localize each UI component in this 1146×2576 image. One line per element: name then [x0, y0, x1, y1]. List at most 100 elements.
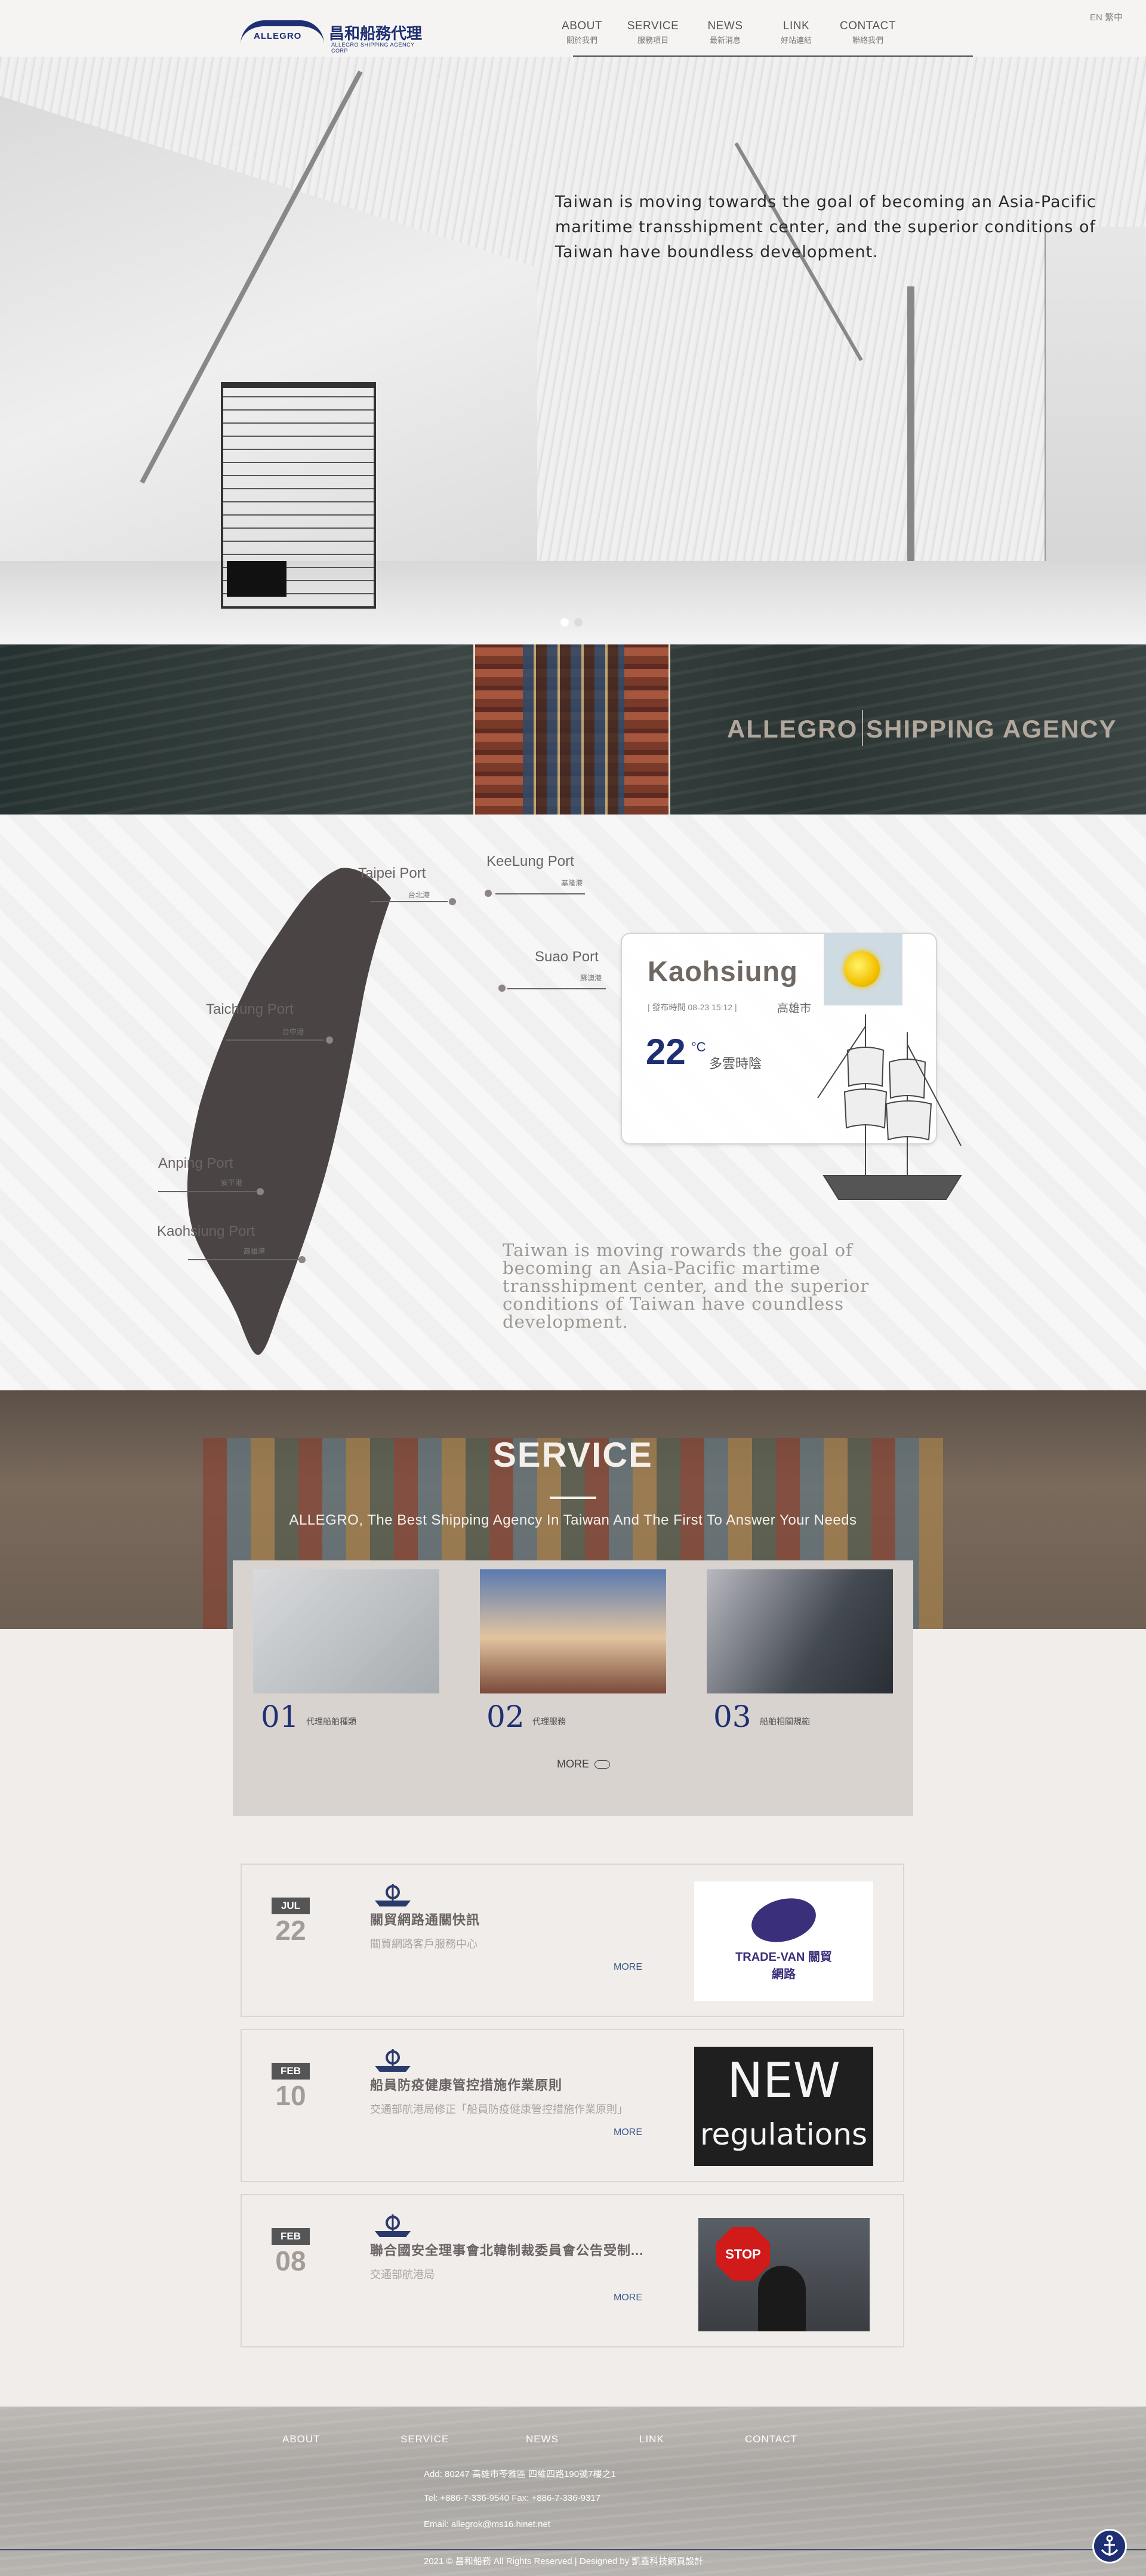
tradevan-logo-icon [746, 1891, 821, 1949]
news-3-desc: 交通部航港局 [370, 2269, 435, 2281]
hero-ground [0, 561, 1146, 644]
nav-link[interactable]: LINK 好站連結 [766, 20, 826, 45]
news-3-month: FEB [272, 2228, 310, 2245]
nav-service-cn: 服務項目 [637, 36, 668, 45]
port-anping-line [158, 1191, 257, 1192]
port-kaohsiung-label: Kaohsiung Port [157, 1223, 255, 1239]
news-2-image-text-1: NEW [727, 2053, 840, 2108]
nav-link-cn: 好站連結 [780, 36, 812, 45]
service-1-label[interactable]: 代理船舶種類 [306, 1716, 356, 1727]
footer-nav-news[interactable]: NEWS [526, 2433, 559, 2445]
port-taichung-dot[interactable] [326, 1036, 333, 1044]
logo[interactable]: ALLEGRO 昌和船務代理 ALLEGRO SHIPPING AGENCY C… [241, 18, 426, 54]
news-2-image-text-2: regulations [700, 2117, 867, 2152]
service-image-2[interactable] [480, 1569, 666, 1693]
news-1-more[interactable]: MORE [614, 1962, 642, 1973]
nav-contact-en: CONTACT [840, 20, 896, 32]
nav-underline [573, 55, 973, 57]
service-3-label[interactable]: 船舶相關規範 [760, 1716, 810, 1727]
service-1-number: 01 [261, 1699, 299, 1734]
anchor-icon[interactable] [1092, 2529, 1127, 2563]
logo-brand: ALLEGRO [254, 31, 302, 41]
footer-address: Add: 80247 高雄市苓雅區 四維四路190號7樓之1 [424, 2469, 616, 2479]
port-taipei-line [370, 901, 448, 902]
ship-wheel-icon [375, 2049, 411, 2072]
slider-dot-1[interactable] [560, 618, 569, 627]
footer-nav-about[interactable]: ABOUT [282, 2433, 321, 2445]
person-silhouette [758, 2266, 806, 2331]
nav-contact-cn: 聯絡我們 [852, 36, 883, 45]
nav-about[interactable]: ABOUT 關於我們 [552, 20, 612, 45]
news-2-day: 10 [275, 2080, 306, 2111]
footer-phone: Tel: +886-7-336-9540 Fax: +886-7-336-931… [424, 2493, 601, 2503]
nav-news-cn: 最新消息 [709, 36, 741, 45]
nav-link-en: LINK [783, 20, 810, 32]
site-header: ALLEGRO 昌和船務代理 ALLEGRO SHIPPING AGENCY C… [0, 0, 1146, 57]
port-taichung-cn: 台中港 [282, 1028, 304, 1036]
port-taipei-cn: 台北港 [408, 891, 430, 899]
footer-nav-service[interactable]: SERVICE [401, 2433, 449, 2445]
service-image-1[interactable] [253, 1569, 439, 1693]
banner-divider [862, 710, 863, 746]
nav-news-en: NEWS [707, 20, 743, 32]
nav-service-en: SERVICE [627, 20, 679, 32]
port-keelung-label: KeeLung Port [486, 853, 574, 869]
weather-publish-time: | 發布時間 08-23 15:12 | [648, 1002, 737, 1012]
news-3-more[interactable]: MORE [614, 2293, 642, 2303]
footer-email[interactable]: Email: allegrok@ms16.hinet.net [424, 2519, 550, 2529]
nav-contact[interactable]: CONTACT 聯絡我們 [838, 20, 898, 45]
news-1-day: 22 [275, 1915, 306, 1946]
news-1-image-text: TRADE-VAN 關貿網路 [735, 1951, 832, 1981]
logo-chinese-name: 昌和船務代理 [329, 25, 423, 43]
arrow-right-icon [594, 1760, 611, 1769]
news-3-title[interactable]: 聯合國安全理事會北韓制裁委員會公告受制... [370, 2240, 643, 2259]
service-more-label: MORE [557, 1758, 589, 1770]
port-suao-dot[interactable] [498, 985, 506, 992]
weather-temperature: 22 [646, 1032, 686, 1072]
news-2-title[interactable]: 船員防疫健康管控措施作業原則 [370, 2075, 562, 2094]
weather-city: Kaohsiung [648, 955, 798, 987]
footer-water [0, 2407, 1146, 2576]
footer-divider [0, 2549, 1146, 2550]
service-title: SERVICE [493, 1436, 653, 1474]
hero-forklift-shadow [227, 561, 286, 597]
weather-description: 多雲時陰 [709, 1056, 762, 1071]
port-taipei-label: Taipei Port [358, 865, 426, 881]
news-1-desc: 關貿網路客戶服務中心 [370, 1938, 478, 1950]
hero-slider [0, 0, 1146, 644]
news-1-image[interactable]: TRADE-VAN 關貿網路 [694, 1881, 873, 2001]
port-keelung-cn: 基隆港 [561, 879, 583, 887]
port-keelung-dot[interactable] [485, 890, 492, 897]
port-taipei-dot[interactable] [449, 898, 456, 905]
nav-about-en: ABOUT [562, 20, 602, 32]
service-more-button[interactable]: MORE [557, 1758, 611, 1770]
language-switch[interactable]: EN 繁中 [1090, 11, 1123, 23]
sun-icon [844, 951, 880, 987]
news-2-more[interactable]: MORE [614, 2127, 642, 2138]
footer-nav-contact[interactable]: CONTACT [745, 2433, 797, 2445]
port-anping-dot[interactable] [257, 1188, 264, 1195]
service-2-label[interactable]: 代理服務 [532, 1716, 566, 1727]
port-suao-cn: 蘇澳港 [580, 974, 602, 982]
ship-wheel-icon [375, 1884, 411, 1906]
news-2-image[interactable]: NEW regulations [694, 2047, 873, 2166]
map-intro-text: Taiwan is moving rowards the goal of bec… [503, 1240, 870, 1332]
nav-service[interactable]: SERVICE 服務項目 [623, 20, 683, 45]
slider-dot-2[interactable] [574, 618, 583, 627]
port-anping-cn: 安平港 [221, 1179, 243, 1187]
hero-ship-hull-right [1045, 227, 1146, 585]
banner-title: ALLEGRO SHIPPING AGENCY [727, 715, 1117, 743]
logo-english-name: ALLEGRO SHIPPING AGENCY CORP [331, 42, 415, 54]
nav-news[interactable]: NEWS 最新消息 [695, 20, 755, 45]
news-1-title[interactable]: 關貿網路通關快訊 [370, 1909, 480, 1929]
port-anping-label: Anping Port [158, 1155, 233, 1171]
footer-nav-link[interactable]: LINK [639, 2433, 664, 2445]
port-kaohsiung-dot[interactable] [298, 1256, 306, 1263]
service-image-3[interactable] [707, 1569, 893, 1693]
weather-location: 高雄市 [777, 1002, 812, 1015]
ship-wheel-icon [375, 2214, 411, 2237]
service-2-number: 02 [486, 1699, 525, 1734]
taiwan-map [187, 868, 391, 1355]
news-3-image[interactable]: STOP [698, 2218, 870, 2331]
port-kaohsiung-line [188, 1259, 298, 1260]
